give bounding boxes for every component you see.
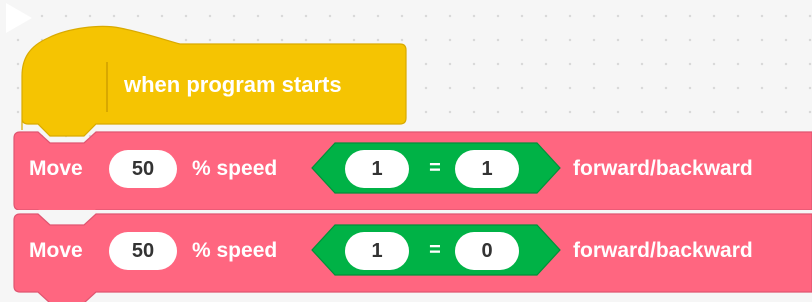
hat-block-label: when program starts <box>124 72 342 97</box>
direction-label: forward/backward <box>573 157 753 180</box>
condition-left-input[interactable]: 1 <box>345 150 409 188</box>
speed-input[interactable]: 50 <box>109 232 177 270</box>
equals-operator: = <box>429 239 441 261</box>
equals-condition-block[interactable]: 1 = 0 <box>311 224 561 276</box>
equals-operator: = <box>429 157 441 179</box>
condition-right-input[interactable]: 1 <box>455 150 519 188</box>
speed-input[interactable]: 50 <box>109 150 177 188</box>
move-block[interactable]: Move 50 % speed 1 = 0 forward/backward <box>0 210 812 302</box>
play-icon <box>6 3 32 33</box>
move-block[interactable]: Move 50 % speed 1 = 1 forward/backward <box>0 128 812 210</box>
equals-condition-block[interactable]: 1 = 1 <box>311 142 561 194</box>
move-label: Move <box>29 239 83 262</box>
direction-label: forward/backward <box>573 239 753 262</box>
speed-unit-label: % speed <box>192 157 278 180</box>
move-label: Move <box>29 157 83 180</box>
condition-left-input[interactable]: 1 <box>345 232 409 270</box>
condition-right-input[interactable]: 0 <box>455 232 519 270</box>
hat-divider <box>106 62 108 112</box>
speed-unit-label: % speed <box>192 239 278 262</box>
